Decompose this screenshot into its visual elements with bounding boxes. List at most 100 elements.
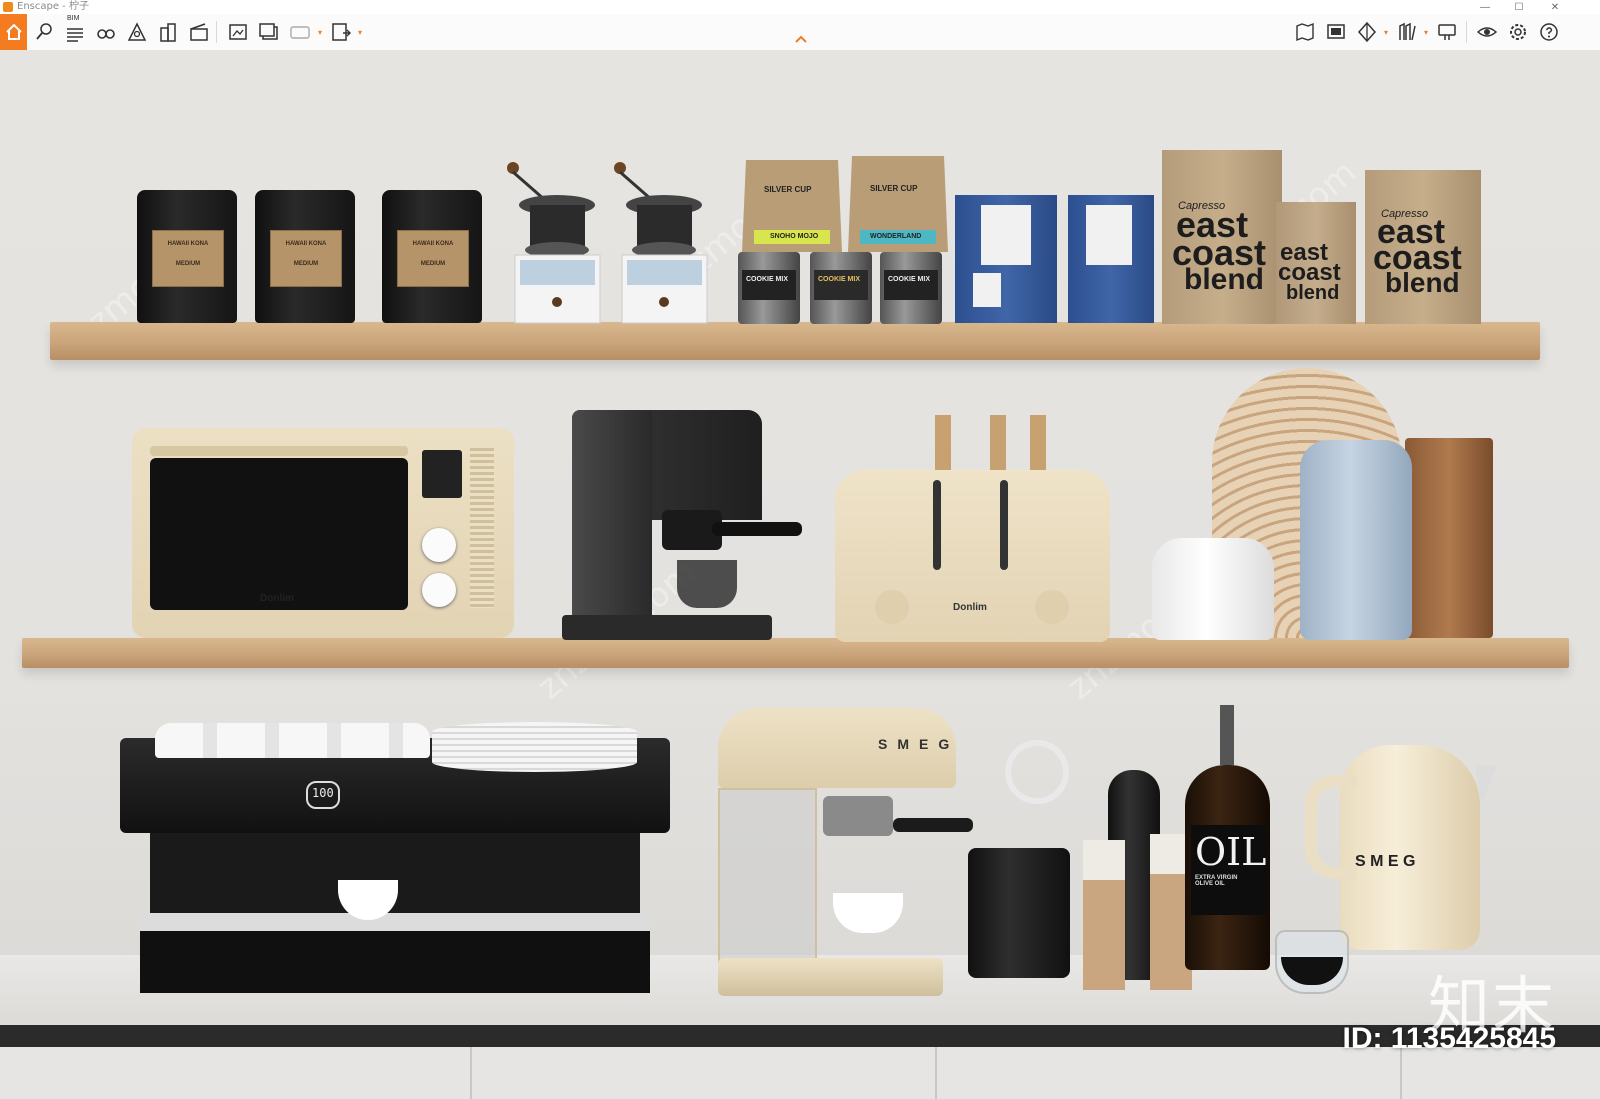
bag-text-coast: coast — [1278, 259, 1341, 286]
screen-button[interactable] — [1323, 19, 1349, 45]
espresso-machine-black — [562, 410, 802, 640]
cube-icon — [1357, 21, 1377, 43]
cabinet-gap — [935, 1047, 937, 1099]
cookie-jar: COOKIE MIX — [738, 252, 800, 324]
map-button[interactable] — [1292, 19, 1318, 45]
tin-label-sub: MEDIUM — [175, 261, 201, 267]
bag-text-blend: blend — [1385, 267, 1460, 298]
coffee-tin: HAWAII KONA MEDIUM — [382, 190, 482, 323]
tin-label-sub: MEDIUM — [293, 261, 319, 267]
home-button[interactable] — [0, 14, 27, 50]
buildings-button[interactable] — [155, 19, 181, 45]
oil-sublabel: EXTRA VIRGIN OLIVE OIL — [1195, 875, 1238, 887]
tin-label-title: HAWAII KONA — [412, 241, 454, 247]
project-button[interactable] — [124, 19, 150, 45]
render-viewport[interactable]: znzmo.com znzmo.com znzmo.com znzmo.com … — [0, 50, 1600, 1099]
espresso-display: 100 — [312, 786, 334, 800]
chevron-down-icon[interactable]: ▾ — [1424, 28, 1428, 37]
export-image-button[interactable] — [225, 19, 251, 45]
help-icon — [1540, 23, 1558, 41]
video-editor-button[interactable] — [186, 19, 212, 45]
maximize-button[interactable]: ☐ — [1504, 0, 1534, 14]
window-title: Enscape - 柠子 — [17, 1, 89, 12]
white-kettle — [1152, 538, 1274, 640]
tin-label-title: HAWAII KONA — [285, 241, 327, 247]
kraft-coffee-bag: east coast blend — [1276, 202, 1356, 324]
toast-slice — [990, 415, 1006, 470]
binoculars-icon — [97, 29, 115, 39]
clapper-icon — [190, 23, 208, 41]
settings-button[interactable] — [1505, 19, 1531, 45]
title-bar: Enscape - 柠子 — ☐ ✕ — [0, 0, 1600, 15]
olive-oil-bottle: OIL EXTRA VIRGIN OLIVE OIL — [1185, 705, 1275, 973]
panorama-button[interactable] — [287, 19, 313, 45]
minimize-button[interactable]: — — [1470, 0, 1500, 14]
toaster: Donlim — [835, 470, 1110, 642]
toolbar-separator — [1466, 21, 1467, 43]
jar-label: COOKIE MIX — [888, 276, 931, 283]
jar-label: COOKIE MIX — [818, 276, 861, 283]
map-icon — [1296, 22, 1314, 42]
chevron-down-icon[interactable]: ▾ — [1384, 28, 1388, 37]
tin-label-title: HAWAII KONA — [167, 241, 209, 247]
settings-icon — [1510, 24, 1526, 40]
toaster-oven: Donlim — [132, 428, 514, 638]
exe-export-icon — [332, 23, 351, 41]
utensil-holder — [968, 848, 1070, 978]
bim-list-icon — [67, 28, 83, 42]
bag-subtitle: SNOHO MOJO — [770, 233, 819, 240]
enscape-logo-icon — [3, 2, 13, 12]
smeg-kettle: S M E G — [1305, 745, 1500, 960]
image-id: ID: 1135425845 — [1342, 1022, 1556, 1055]
jar-label: COOKIE MIX — [746, 276, 789, 283]
cube-button[interactable] — [1354, 19, 1380, 45]
screen-icon — [1327, 24, 1345, 39]
oil-label: OIL — [1195, 830, 1267, 874]
library-icon — [1399, 22, 1416, 41]
smeg-espresso-machine: SMEG — [718, 708, 973, 998]
close-button[interactable]: ✕ — [1540, 0, 1570, 14]
panorama-icon — [290, 26, 310, 39]
view-button[interactable] — [93, 19, 119, 45]
coffee-grinder — [507, 162, 601, 324]
batch-export-icon — [259, 23, 278, 40]
bag-title: SILVER CUP — [764, 185, 812, 194]
collapse-toolbar-icon[interactable] — [793, 34, 809, 44]
milk-can — [1300, 440, 1412, 640]
toast-slice — [935, 415, 951, 470]
coffee-bag: SILVER CUP WONDERLAND — [848, 156, 948, 252]
coffee-grinder — [614, 162, 708, 324]
chevron-down-icon[interactable]: ▾ — [318, 28, 322, 37]
toolbar-separator — [216, 21, 217, 43]
chevron-down-icon[interactable]: ▾ — [358, 28, 362, 37]
library-button[interactable] — [1394, 19, 1420, 45]
oven-brand: Donlim — [260, 593, 294, 604]
tin-label-sub: MEDIUM — [420, 261, 446, 267]
middle-shelf — [22, 638, 1569, 668]
coffee-tin: HAWAII KONA MEDIUM — [137, 190, 237, 323]
asset-pin-button[interactable] — [31, 19, 57, 45]
coffee-bag-blue — [955, 195, 1057, 323]
kraft-coffee-bag: Capresso east coast blend — [1162, 150, 1282, 324]
smeg-machine-text: SMEG — [878, 736, 960, 752]
batch-export-button[interactable] — [256, 19, 282, 45]
commercial-espresso-machine: 100 — [120, 738, 670, 1008]
help-button[interactable] — [1536, 19, 1562, 45]
buildings-icon — [160, 23, 176, 42]
home-icon — [5, 23, 22, 40]
bag-text-blend: blend — [1286, 282, 1340, 304]
collaborate-icon — [1438, 24, 1456, 40]
stacked-saucers — [432, 722, 637, 772]
stacked-cups — [155, 723, 430, 758]
utensil-skimmer — [1005, 740, 1069, 804]
visibility-icon — [1476, 27, 1498, 37]
kettle-text: S M E G — [1355, 853, 1416, 870]
cookie-jar: COOKIE MIX — [880, 252, 942, 324]
pepper-mill-wood — [1083, 840, 1125, 990]
exe-export-button[interactable] — [328, 19, 354, 45]
coffee-bag: SILVER CUP SNOHO MOJO — [742, 160, 842, 252]
collaborate-button[interactable] — [1434, 19, 1460, 45]
bim-list-button[interactable] — [62, 19, 88, 45]
visibility-button[interactable] — [1474, 19, 1500, 45]
toast-slice — [1030, 415, 1046, 470]
